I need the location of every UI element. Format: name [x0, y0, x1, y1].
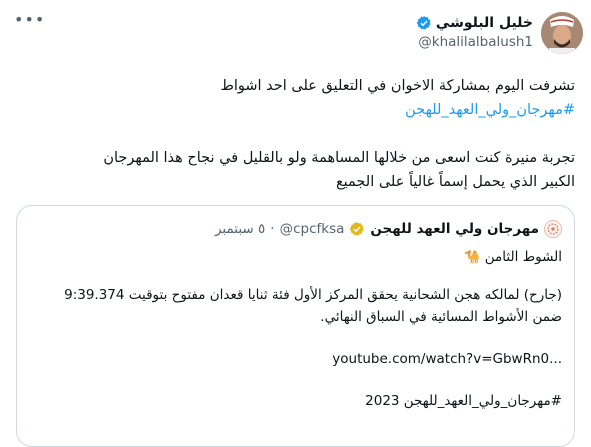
- tweet-text-line: تشرفت اليوم بمشاركة الاخوان في التعليق ع…: [220, 78, 575, 94]
- quoted-text-line-1: الشوط الثامن 🐪: [29, 246, 562, 269]
- quoted-tweet[interactable]: مهرجان ولي العهد للهجن @cpcfksa · ٥ سبتم…: [16, 205, 575, 447]
- avatar[interactable]: [541, 12, 583, 54]
- quoted-author-handle[interactable]: @cpcfksa: [280, 221, 345, 237]
- quoted-link-text[interactable]: youtube.com/watch?v=GbwRn0...: [29, 348, 562, 370]
- author-handle[interactable]: @khalilalbalush1: [418, 34, 533, 50]
- quoted-text: الشوط الثامن: [484, 249, 562, 265]
- camel-emoji-icon: 🐪: [464, 250, 481, 265]
- quoted-date: ٥ سبتمبر: [214, 221, 266, 237]
- author-name[interactable]: خليل البلوشي: [436, 15, 533, 31]
- quoted-hashtag-text: #مهرجان_ولي_العهد_للهجن 2023: [365, 393, 562, 409]
- quoted-text-paragraph: (جارح) لمالكه هجن الشحانية يحقق المركز ا…: [29, 284, 562, 328]
- quoted-author-name[interactable]: مهرجان ولي العهد للهجن: [370, 221, 539, 237]
- quoted-tweet-header: مهرجان ولي العهد للهجن @cpcfksa · ٥ سبتم…: [215, 220, 562, 238]
- avatar-image: [541, 12, 583, 54]
- more-icon[interactable]: •••: [14, 10, 45, 29]
- quoted-avatar-icon: [544, 220, 562, 238]
- quoted-text: ضمن الأشواط المسائية في السباق النهائي.: [320, 309, 562, 325]
- tweet: خليل البلوشي @khalilalbalush1 ••• تشرفت …: [0, 0, 591, 447]
- tweet-text-line: تجربة منيرة كنت اسعى من خلالها المساهمة …: [103, 150, 575, 166]
- author-name-row: خليل البلوشي: [416, 13, 533, 33]
- verified-badge-icon: [416, 16, 431, 30]
- tweet-text-line: الكبير الذي يحمل إسماً غالياً على الجميع: [335, 174, 575, 190]
- hashtag-link[interactable]: #مهرجان_ولي_العهد_للهجن: [16, 98, 575, 122]
- separator-dot: ·: [270, 221, 275, 237]
- tweet-text-paragraph-2: تجربة منيرة كنت اسعى من خلالها المساهمة …: [16, 146, 575, 194]
- gold-verified-badge-icon: [350, 222, 365, 236]
- quoted-text: (جارح) لمالكه هجن الشحانية يحقق المركز ا…: [64, 287, 562, 303]
- tweet-text-paragraph-1: تشرفت اليوم بمشاركة الاخوان في التعليق ع…: [16, 74, 575, 122]
